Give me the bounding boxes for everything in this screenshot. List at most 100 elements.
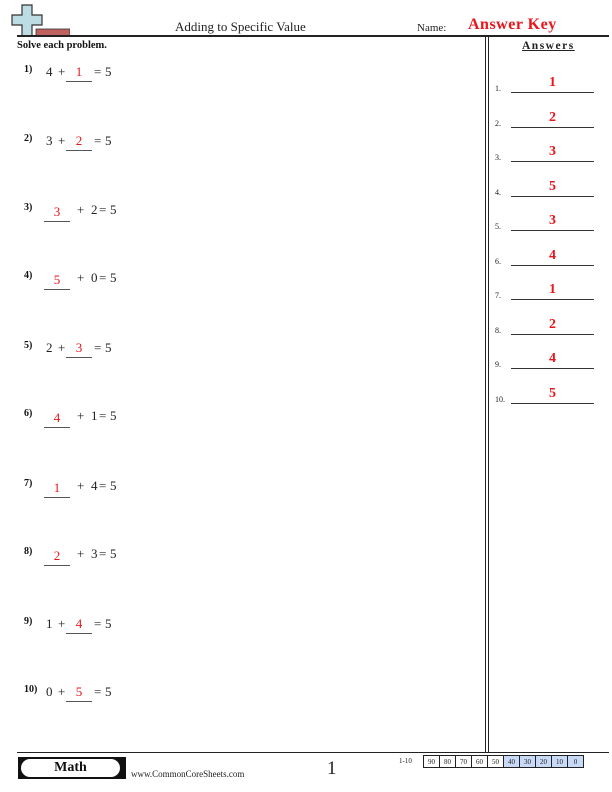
answer-line	[511, 161, 594, 162]
name-label: Name:	[417, 22, 447, 34]
problem-number: 4)	[24, 270, 33, 281]
answer-number: 1.	[495, 84, 501, 93]
plus-sign: +	[77, 408, 85, 423]
known-addend: 0	[91, 270, 98, 285]
score-cell: 50	[487, 755, 504, 768]
score-cell: 90	[423, 755, 440, 768]
score-table: 90 80 70 60 50 40 30 20 10 0	[423, 755, 584, 768]
sum-value: 5	[105, 64, 112, 79]
column-divider	[485, 36, 489, 752]
score-cell: 40	[503, 755, 520, 768]
answer-number: 5.	[495, 222, 501, 231]
answer-item: 7. 1	[495, 282, 594, 303]
known-addend: 4	[46, 64, 53, 79]
answer-blank[interactable]: 3	[44, 204, 70, 222]
sum-value: 5	[110, 408, 117, 423]
answer-number: 6.	[495, 256, 501, 266]
plus-sign: +	[77, 270, 85, 285]
known-addend: 1	[91, 408, 98, 423]
known-addend: 0	[46, 684, 53, 699]
worksheet-title: Adding to Specific Value	[175, 19, 306, 34]
problem-number: 6)	[24, 408, 33, 419]
answer-blank[interactable]: 2	[66, 133, 92, 151]
plus-sign: +	[58, 64, 66, 79]
score-cell: 10	[551, 755, 568, 768]
answer-value[interactable]: 3	[511, 144, 594, 160]
score-cell: 0	[567, 755, 584, 768]
plus-sign: +	[58, 133, 66, 148]
answer-number: 3.	[495, 153, 501, 162]
header-divider	[17, 35, 609, 37]
answer-item: 9. 4	[495, 351, 594, 372]
name-value: Answer Key	[468, 16, 557, 33]
answer-blank[interactable]: 5	[44, 272, 70, 290]
equals-sign: =	[94, 684, 102, 699]
subject-label: Math	[21, 759, 120, 777]
sum-value: 5	[105, 684, 112, 699]
answer-value[interactable]: 4	[511, 351, 594, 367]
answer-item: 5. 3	[495, 213, 594, 234]
sum-value: 5	[105, 133, 112, 148]
equals-sign: =	[94, 616, 102, 631]
plus-sign: +	[58, 684, 66, 699]
answer-number: 7.	[495, 291, 501, 300]
problem-number: 2)	[24, 133, 33, 144]
known-addend: 2	[91, 202, 98, 217]
plus-sign: +	[77, 478, 85, 493]
equals-sign: =	[99, 478, 107, 493]
problem-number: 1)	[24, 64, 33, 75]
answer-value[interactable]: 2	[511, 317, 594, 333]
answer-line	[511, 402, 594, 404]
answer-value[interactable]: 1	[511, 75, 594, 91]
equals-sign: =	[99, 546, 107, 561]
answer-value[interactable]: 4	[511, 248, 594, 264]
answer-value[interactable]: 5	[511, 386, 594, 402]
answer-number: 9.	[495, 360, 501, 369]
answer-blank[interactable]: 4	[66, 616, 92, 634]
problem-number: 8)	[24, 546, 33, 557]
sum-value: 5	[110, 270, 117, 285]
answer-blank[interactable]: 1	[66, 64, 92, 82]
sum-value: 5	[105, 340, 112, 355]
answer-blank[interactable]: 3	[66, 340, 92, 358]
answer-line	[511, 230, 594, 231]
answer-line	[511, 299, 594, 300]
answer-item: 6. 4	[495, 248, 594, 269]
plus-sign: +	[77, 546, 85, 561]
problem-number: 7)	[24, 478, 33, 489]
answer-item: 3. 3	[495, 144, 594, 165]
answer-blank[interactable]: 1	[44, 480, 70, 498]
known-addend: 1	[46, 616, 53, 631]
score-cell: 60	[471, 755, 488, 768]
answer-value[interactable]: 2	[511, 110, 594, 126]
answer-value[interactable]: 3	[511, 213, 594, 229]
answers-heading: Answers	[522, 40, 575, 52]
known-addend: 3	[91, 546, 98, 561]
sum-value: 5	[105, 616, 112, 631]
answer-blank[interactable]: 5	[66, 684, 92, 702]
equals-sign: =	[99, 202, 107, 217]
website-link[interactable]: www.CommonCoreSheets.com	[131, 769, 244, 779]
answer-blank[interactable]: 2	[44, 548, 70, 566]
answer-blank[interactable]: 4	[44, 410, 70, 428]
answer-number: 10.	[495, 394, 505, 404]
instructions: Solve each problem.	[17, 40, 107, 51]
equals-sign: =	[94, 64, 102, 79]
answer-item: 8. 2	[495, 317, 594, 338]
answer-line	[511, 264, 594, 266]
plus-sign: +	[58, 616, 66, 631]
sum-value: 5	[110, 546, 117, 561]
answer-value[interactable]: 1	[511, 282, 594, 298]
score-cell: 70	[455, 755, 472, 768]
plus-sign: +	[58, 340, 66, 355]
equals-sign: =	[99, 408, 107, 423]
score-cell: 80	[439, 755, 456, 768]
answer-line	[511, 368, 594, 369]
score-cell: 20	[535, 755, 552, 768]
answer-number: 8.	[495, 325, 501, 335]
answer-value[interactable]: 5	[511, 179, 594, 195]
footer-divider	[17, 752, 609, 753]
problem-number: 10)	[24, 684, 38, 695]
answer-item: 4. 5	[495, 179, 594, 200]
problem-number: 9)	[24, 616, 33, 627]
